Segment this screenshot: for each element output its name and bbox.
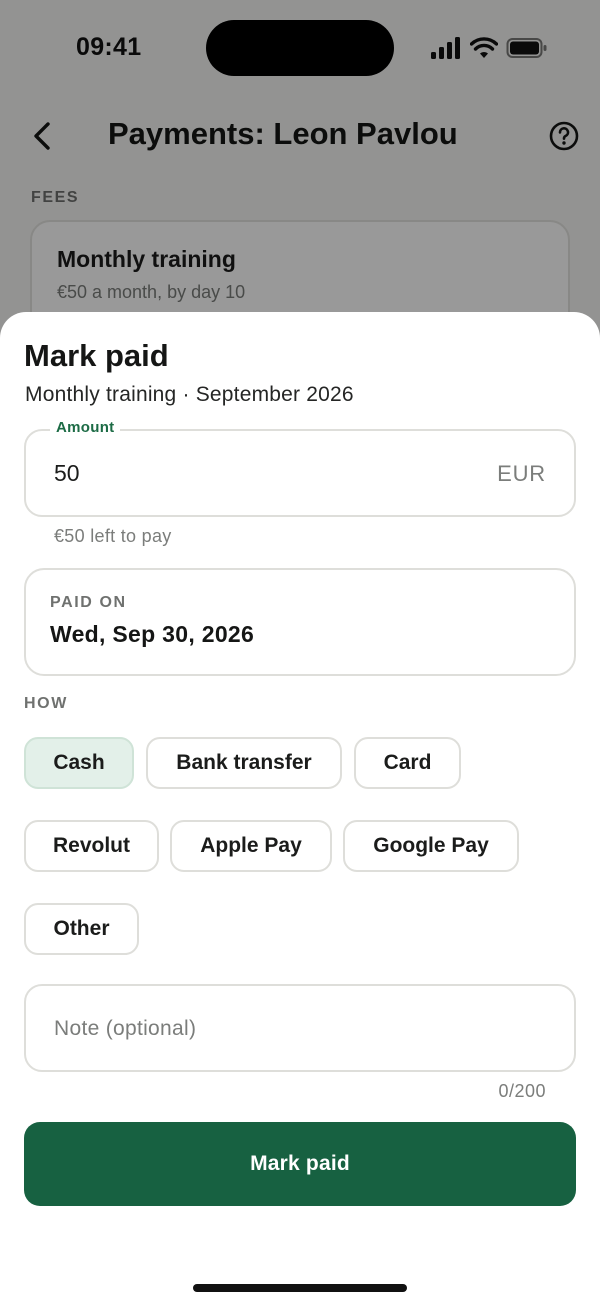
payment-method-label: HOW	[24, 695, 68, 712]
amount-currency: EUR	[497, 461, 546, 486]
method-chip-apple-pay[interactable]: Apple Pay	[170, 820, 332, 872]
mark-paid-button[interactable]: Mark paid	[24, 1122, 576, 1206]
amount-field[interactable]: Amount 50 EUR	[24, 419, 576, 517]
method-chip-cash[interactable]: Cash	[24, 737, 134, 789]
amount-helper-text: €50 left to pay	[54, 526, 172, 546]
paid-on-field[interactable]: PAID ON Wed, Sep 30, 2026	[24, 568, 576, 676]
amount-label: Amount	[50, 419, 121, 436]
sheet-title: Mark paid	[24, 338, 169, 373]
mark-paid-sheet: Mark paid Monthly training · September 2…	[0, 312, 600, 1304]
method-chip-google-pay[interactable]: Google Pay	[343, 820, 519, 872]
sheet-subtitle: Monthly training · September 2026	[25, 383, 354, 406]
method-chip-bank-transfer[interactable]: Bank transfer	[146, 737, 342, 789]
note-input[interactable]	[54, 1014, 534, 1044]
amount-value: 50	[54, 460, 80, 486]
note-field[interactable]	[24, 984, 576, 1072]
method-chip-revolut[interactable]: Revolut	[24, 820, 159, 872]
paid-on-value: Wed, Sep 30, 2026	[50, 621, 255, 647]
method-chip-card[interactable]: Card	[354, 737, 461, 789]
home-indicator	[193, 1284, 407, 1292]
paid-on-label: PAID ON	[50, 594, 127, 611]
method-chip-other[interactable]: Other	[24, 903, 139, 955]
note-character-counter: 0/200	[498, 1081, 546, 1101]
